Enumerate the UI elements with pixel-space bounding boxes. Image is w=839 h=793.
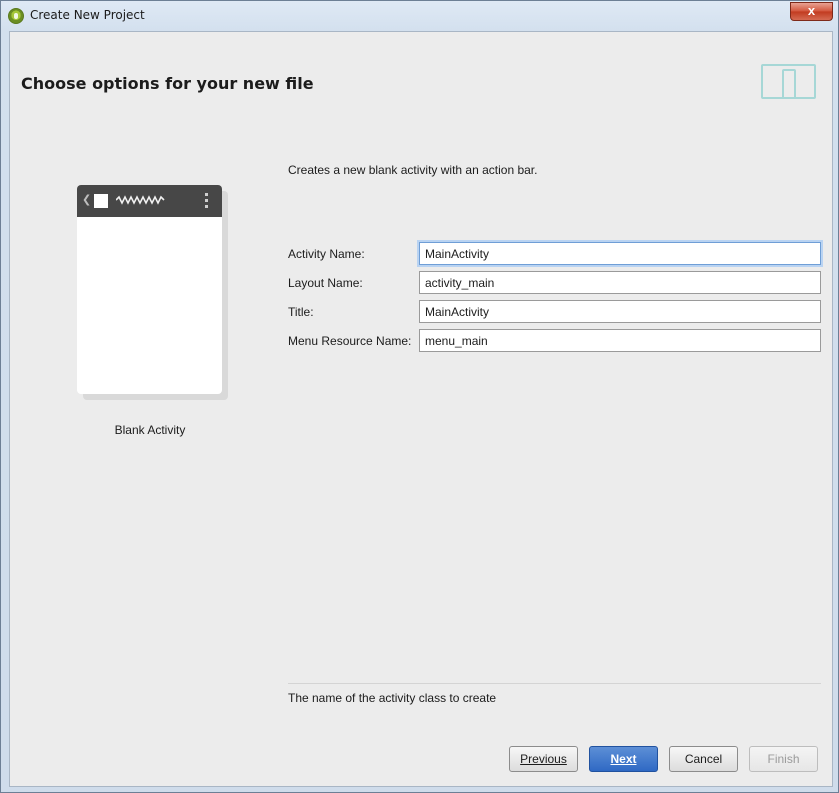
overflow-menu-icon — [205, 193, 209, 209]
title-label: Title: — [288, 305, 314, 319]
menu-resource-name-row: Menu Resource Name: — [288, 329, 822, 352]
layout-name-label: Layout Name: — [288, 276, 363, 290]
menu-resource-name-label: Menu Resource Name: — [288, 334, 412, 348]
activity-name-label: Activity Name: — [288, 247, 365, 261]
device-form-factor-icon — [761, 64, 816, 99]
preview-phone-screen: ❮ — [77, 185, 222, 394]
back-chevron-icon: ❮ — [82, 194, 92, 206]
dialog-window: Create New Project x Choose options for … — [0, 0, 839, 793]
preview-action-bar: ❮ — [77, 185, 222, 217]
finish-button: Finish — [749, 746, 818, 772]
wizard-content: Choose options for your new file ❮ Blank… — [9, 31, 833, 787]
next-button-label: Next — [610, 752, 637, 766]
app-logo-icon — [94, 194, 108, 208]
page-title: Choose options for your new file — [21, 74, 314, 93]
activity-name-input[interactable] — [419, 242, 821, 265]
previous-button[interactable]: Previous — [509, 746, 578, 772]
layout-name-row: Layout Name: — [288, 271, 822, 294]
title-placeholder-icon — [116, 195, 165, 205]
next-button[interactable]: Next — [589, 746, 658, 772]
android-studio-icon — [8, 8, 24, 24]
title-row: Title: — [288, 300, 822, 323]
help-divider — [288, 683, 821, 684]
layout-name-input[interactable] — [419, 271, 821, 294]
wizard-header: Choose options for your new file — [10, 32, 832, 112]
title-bar[interactable]: Create New Project x — [1, 1, 838, 30]
field-help-text: The name of the activity class to create — [288, 691, 497, 705]
menu-resource-name-input[interactable] — [419, 329, 821, 352]
template-description: Creates a new blank activity with an act… — [288, 163, 538, 177]
previous-button-label: Previous — [520, 752, 567, 766]
activity-preview: ❮ — [77, 185, 228, 400]
template-name: Blank Activity — [114, 423, 186, 437]
phone-icon — [782, 69, 796, 99]
title-input[interactable] — [419, 300, 821, 323]
close-button[interactable]: x — [790, 2, 833, 21]
window-title: Create New Project — [30, 8, 145, 22]
activity-name-row: Activity Name: — [288, 242, 822, 265]
cancel-button[interactable]: Cancel — [669, 746, 738, 772]
